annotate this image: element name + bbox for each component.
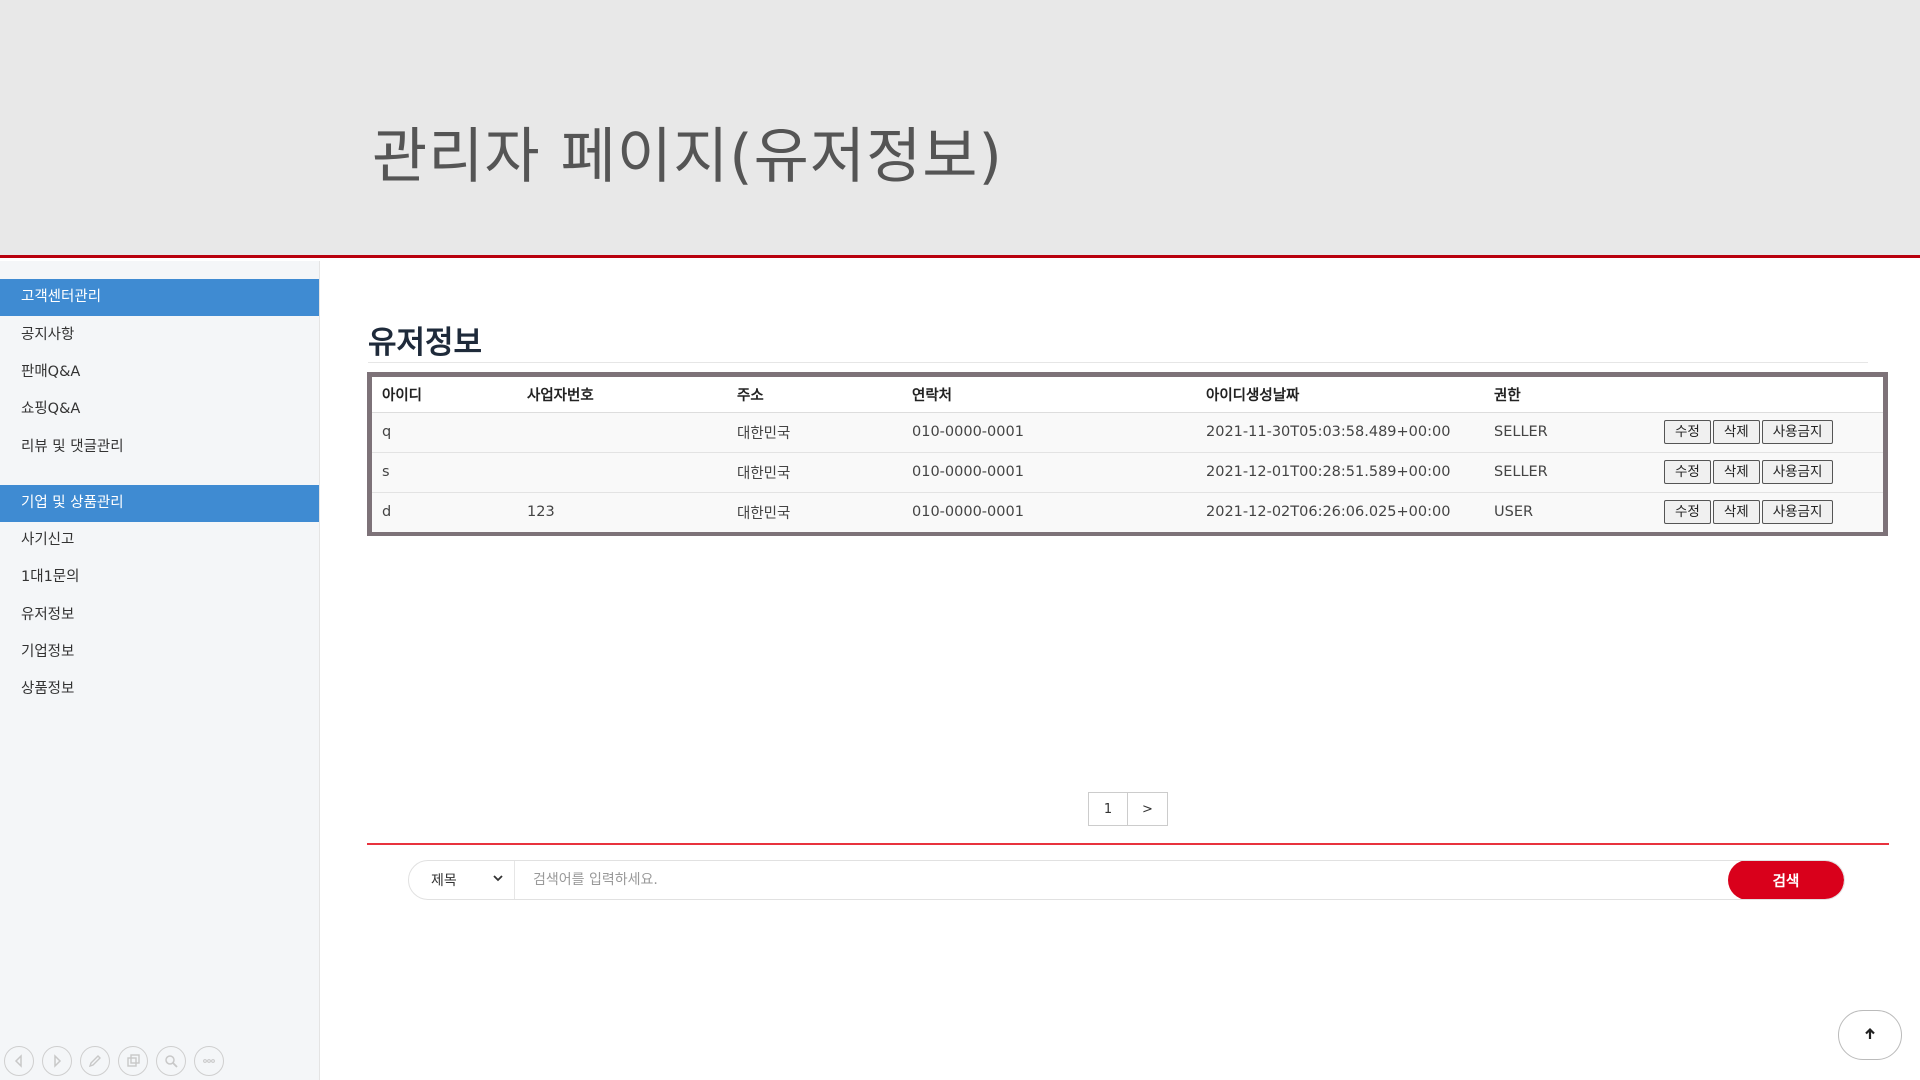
column-header-actions xyxy=(1654,377,1883,413)
search-field-value: 제목 xyxy=(431,873,457,889)
cell-role: SELLER xyxy=(1484,411,1654,452)
table-header-row: 아이디 사업자번호 주소 연락처 아이디생성날짜 권한 xyxy=(372,377,1883,413)
column-header-id: 아이디 xyxy=(372,377,517,413)
ban-button[interactable]: 사용금지 xyxy=(1761,460,1834,484)
delete-button[interactable]: 삭제 xyxy=(1712,500,1760,525)
cell-business-number xyxy=(517,411,727,452)
cell-actions: 수정 삭제 사용금지 xyxy=(1654,491,1883,532)
column-header-business-number: 사업자번호 xyxy=(517,377,727,413)
scroll-to-top-button[interactable] xyxy=(1838,1010,1902,1060)
cell-role: SELLER xyxy=(1484,451,1654,492)
ban-button[interactable]: 사용금지 xyxy=(1761,500,1834,525)
cell-phone: 010-0000-0001 xyxy=(902,411,1196,452)
edit-button[interactable]: 수정 xyxy=(1664,420,1711,444)
arrow-up-icon xyxy=(1863,1026,1877,1045)
sidebar-item-notice[interactable]: 공지사항 xyxy=(0,317,319,354)
cell-actions: 수정 삭제 사용금지 xyxy=(1654,411,1883,452)
chevron-down-icon xyxy=(492,872,504,888)
sidebar-group-company-product[interactable]: 기업 및 상품관리 xyxy=(0,485,319,522)
search-bar: 제목 검색 xyxy=(408,860,1845,900)
arrow-right-icon[interactable] xyxy=(42,1046,72,1076)
column-header-address: 주소 xyxy=(727,377,902,413)
section-title: 유저정보 xyxy=(368,325,483,361)
cell-address: 대한민국 xyxy=(727,451,902,492)
cell-address: 대한민국 xyxy=(727,411,902,452)
cell-created-date: 2021-11-30T05:03:58.489+00:00 xyxy=(1196,411,1484,452)
header-banner: 관리자 페이지(유저정보) xyxy=(0,0,1920,258)
column-header-created-date: 아이디생성날짜 xyxy=(1196,377,1484,413)
cell-phone: 010-0000-0001 xyxy=(902,491,1196,532)
edit-button[interactable]: 수정 xyxy=(1664,500,1711,525)
cell-created-date: 2021-12-01T00:28:51.589+00:00 xyxy=(1196,451,1484,492)
delete-button[interactable]: 삭제 xyxy=(1712,460,1760,484)
cell-id: s xyxy=(372,451,517,492)
sidebar-group-customer-center[interactable]: 고객센터관리 xyxy=(0,279,319,316)
sidebar-item-company-info[interactable]: 기업정보 xyxy=(0,634,319,671)
table-row: s 대한민국 010-0000-0001 2021-12-01T00:28:51… xyxy=(372,451,1883,492)
cell-created-date: 2021-12-02T06:26:06.025+00:00 xyxy=(1196,491,1484,532)
page-1-button[interactable]: 1 xyxy=(1088,792,1128,826)
cell-id: q xyxy=(372,411,517,452)
cell-business-number: 123 xyxy=(517,491,727,532)
sidebar-item-shopping-qna[interactable]: 쇼핑Q&A xyxy=(0,391,319,428)
viewer-toolbar xyxy=(4,1046,224,1076)
cell-id: d xyxy=(372,491,517,532)
page-title: 관리자 페이지(유저정보) xyxy=(372,122,1003,192)
column-header-phone: 연락처 xyxy=(902,377,1196,413)
more-icon[interactable] xyxy=(194,1046,224,1076)
search-input[interactable] xyxy=(515,861,1728,899)
user-table: 아이디 사업자번호 주소 연락처 아이디생성날짜 권한 q 대한민국 010-0… xyxy=(372,377,1883,532)
next-page-button[interactable]: > xyxy=(1128,792,1168,826)
search-field-select[interactable]: 제목 xyxy=(409,861,515,899)
cell-business-number xyxy=(517,451,727,492)
main-content: 유저정보 아이디 사업자번호 주소 연락처 아이디생성날짜 권한 q 대한민국 … xyxy=(320,261,1920,1080)
copy-icon[interactable] xyxy=(118,1046,148,1076)
cell-actions: 수정 삭제 사용금지 xyxy=(1654,451,1883,492)
column-header-role: 권한 xyxy=(1484,377,1654,413)
sidebar-item-review-comment[interactable]: 리뷰 및 댓글관리 xyxy=(0,429,319,466)
edit-button[interactable]: 수정 xyxy=(1664,460,1711,484)
cell-address: 대한민국 xyxy=(727,491,902,532)
sidebar-item-one-on-one[interactable]: 1대1문의 xyxy=(0,559,319,596)
search-button[interactable]: 검색 xyxy=(1728,861,1844,899)
arrow-left-icon[interactable] xyxy=(4,1046,34,1076)
sidebar: 고객센터관리 공지사항 판매Q&A 쇼핑Q&A 리뷰 및 댓글관리 기업 및 상… xyxy=(0,261,320,1080)
table-row: d 123 대한민국 010-0000-0001 2021-12-02T06:2… xyxy=(372,491,1883,532)
cell-phone: 010-0000-0001 xyxy=(902,451,1196,492)
delete-button[interactable]: 삭제 xyxy=(1712,420,1760,444)
divider xyxy=(368,362,1868,363)
sidebar-item-fraud-report[interactable]: 사기신고 xyxy=(0,522,319,559)
ban-button[interactable]: 사용금지 xyxy=(1761,420,1834,444)
pagination: 1 > xyxy=(1088,792,1168,826)
divider xyxy=(367,843,1889,845)
user-table-frame: 아이디 사업자번호 주소 연락처 아이디생성날짜 권한 q 대한민국 010-0… xyxy=(367,372,1888,536)
sidebar-item-user-info[interactable]: 유저정보 xyxy=(0,597,319,634)
pen-icon[interactable] xyxy=(80,1046,110,1076)
table-row: q 대한민국 010-0000-0001 2021-11-30T05:03:58… xyxy=(372,411,1883,452)
cell-role: USER xyxy=(1484,491,1654,532)
sidebar-item-product-info[interactable]: 상품정보 xyxy=(0,671,319,708)
sidebar-item-sales-qna[interactable]: 판매Q&A xyxy=(0,354,319,391)
zoom-icon[interactable] xyxy=(156,1046,186,1076)
